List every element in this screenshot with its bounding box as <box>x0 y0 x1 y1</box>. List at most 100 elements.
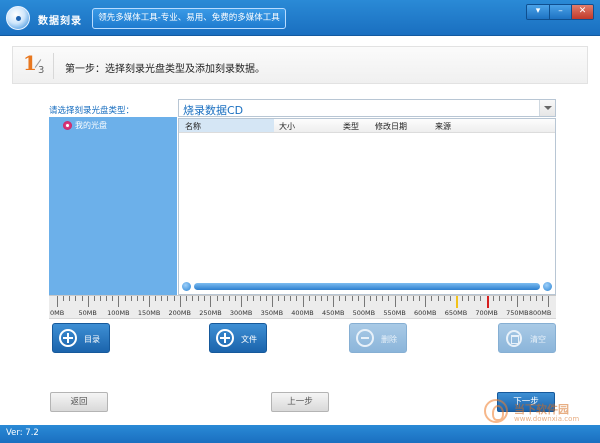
ruler-tick <box>425 296 427 307</box>
back-button[interactable]: 返回 <box>50 392 108 412</box>
app-logo-icon <box>6 6 30 30</box>
ruler-tick <box>93 296 95 301</box>
clear-label: 清空 <box>530 335 546 344</box>
chevron-down-icon[interactable] <box>539 100 555 116</box>
ruler-tick <box>548 296 549 307</box>
ruler-tick <box>363 296 365 307</box>
ruler-tick <box>412 296 414 301</box>
ruler-tick <box>185 296 187 301</box>
ruler-tick <box>308 296 310 301</box>
close-icon[interactable]: ✕ <box>571 5 593 19</box>
ruler-tick <box>474 296 476 301</box>
ruler-tick <box>173 296 175 301</box>
ruler-tick <box>69 296 71 301</box>
ruler-label: 450MB <box>321 309 345 317</box>
ruler-tick <box>81 296 83 301</box>
disc-icon <box>63 121 72 130</box>
ruler-tick <box>333 296 335 307</box>
menu-dropdown-icon[interactable]: ▾ <box>527 5 549 19</box>
watermark-url: www.downxia.com <box>514 415 580 423</box>
divider <box>53 53 54 79</box>
column-size[interactable]: 大小 <box>279 121 295 132</box>
ruler-tick <box>241 296 243 307</box>
clear-button[interactable]: 清空 <box>498 323 556 353</box>
ruler-tick <box>284 296 286 301</box>
ruler-label: 150MB <box>137 309 161 317</box>
ruler-label: 50MB <box>78 309 97 317</box>
capacity-ruler: 0MB 50MB 100MB 150MB 200MB 250MB 300MB 350MB 400… <box>49 295 556 319</box>
ruler-tick <box>259 296 261 301</box>
ruler-tick <box>462 296 464 301</box>
ruler-tick <box>161 296 163 301</box>
ruler-tick <box>351 296 353 301</box>
minimize-icon[interactable]: – <box>549 5 571 19</box>
file-table[interactable]: 名称 大小 类型 修改日期 来源 <box>178 118 556 295</box>
column-name[interactable]: 名称 <box>185 121 201 132</box>
ruler-tick <box>535 296 537 301</box>
ruler-tick <box>302 296 304 307</box>
ruler-tick <box>210 296 212 307</box>
ruler-tick <box>204 296 206 301</box>
ruler-tick <box>320 296 322 301</box>
scroll-right-icon[interactable] <box>543 282 552 291</box>
tree-item-my-disc[interactable]: 我的光盘 <box>63 120 107 131</box>
ruler-tick <box>449 296 451 301</box>
delete-label: 删除 <box>381 335 397 344</box>
ruler-tick <box>376 296 378 301</box>
ruler-tick <box>339 296 341 301</box>
ruler-tick <box>498 296 500 301</box>
ruler-tick <box>394 296 396 307</box>
tree-item-label: 我的光盘 <box>75 121 107 130</box>
ruler-tick <box>216 296 218 301</box>
ruler-tick <box>155 296 157 301</box>
add-file-button[interactable]: 文件 <box>209 323 267 353</box>
ruler-tick <box>296 296 298 301</box>
window-controls: ▾ – ✕ <box>526 4 594 20</box>
title-bar: 数据刻录 领先多媒体工具-专业、易用、免费的多媒体工具 ▾ – ✕ <box>0 0 600 36</box>
add-directory-button[interactable]: 目录 <box>52 323 110 353</box>
cd-capacity-marker <box>455 296 458 308</box>
ruler-tick <box>234 296 236 301</box>
ruler-tick <box>370 296 371 301</box>
ruler-label: 300MB <box>229 309 253 317</box>
ruler-tick <box>523 296 525 301</box>
ruler-tick <box>443 296 445 301</box>
ruler-label: 500MB <box>352 309 376 317</box>
ruler-tick <box>142 296 144 301</box>
trash-icon <box>506 330 522 347</box>
ruler-tick <box>511 296 513 301</box>
ruler-tick <box>112 296 114 301</box>
ruler-tick <box>468 296 470 301</box>
prev-step-button[interactable]: 上一步 <box>271 392 329 412</box>
add-directory-label: 目录 <box>84 335 100 344</box>
disc-tree[interactable]: 我的光盘 <box>49 117 177 295</box>
ruler-tick <box>327 296 329 301</box>
ruler-label: 100MB <box>107 309 130 317</box>
slogan-link[interactable]: 领先多媒体工具-专业、易用、免费的多媒体工具 <box>92 8 286 29</box>
ruler-tick <box>57 296 58 307</box>
column-type[interactable]: 类型 <box>343 121 359 132</box>
column-modified[interactable]: 修改日期 <box>375 121 407 132</box>
ruler-tick <box>382 296 384 301</box>
ruler-tick <box>406 296 408 301</box>
ruler-label: 400MB <box>291 309 314 317</box>
column-source[interactable]: 来源 <box>435 121 451 132</box>
horizontal-scrollbar[interactable] <box>182 282 552 291</box>
ruler-tick <box>290 296 292 301</box>
ruler-label: 600MB <box>414 309 437 317</box>
app-title: 数据刻录 <box>38 16 82 27</box>
ruler-tick <box>253 296 255 301</box>
ruler-tick <box>517 296 519 307</box>
disc-type-select[interactable]: 烧录数据CD <box>178 99 556 117</box>
plus-icon <box>59 329 77 347</box>
ruler-tick <box>529 296 531 301</box>
step-instruction: 第一步：选择刻录光盘类型及添加刻录数据。 <box>65 64 265 75</box>
scroll-thumb[interactable] <box>194 283 540 290</box>
delete-button[interactable]: 删除 <box>349 323 407 353</box>
ruler-label: 650MB <box>444 309 468 317</box>
ruler-tick <box>247 296 249 301</box>
ruler-tick <box>106 296 108 301</box>
minus-icon <box>356 329 374 347</box>
ruler-tick <box>167 296 169 301</box>
scroll-left-icon[interactable] <box>182 282 191 291</box>
